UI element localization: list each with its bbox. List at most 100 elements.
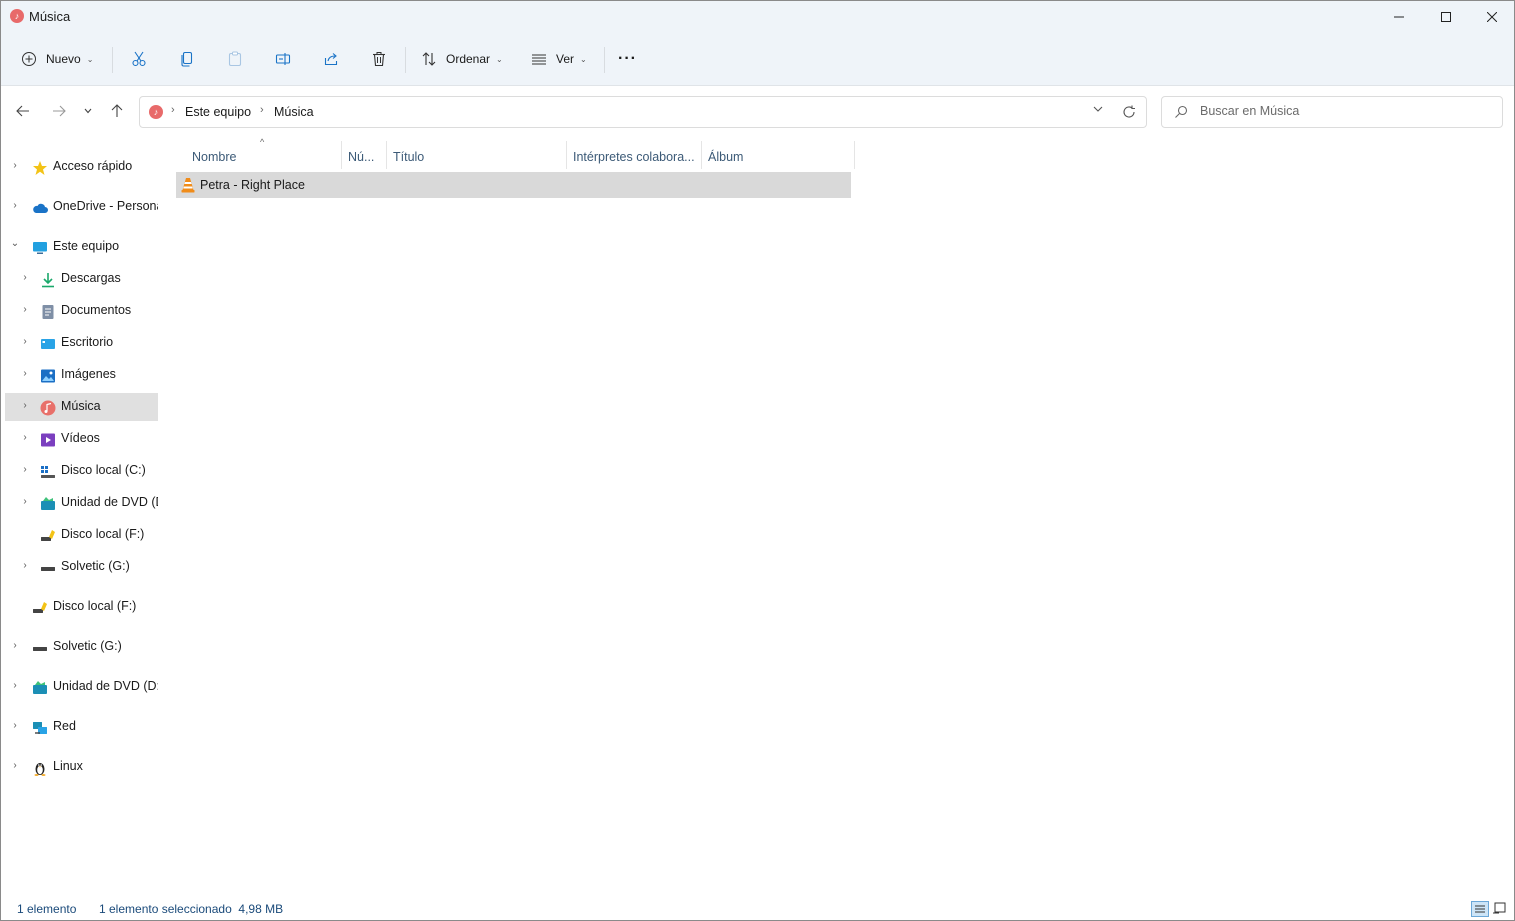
chevron-right-icon[interactable]: › xyxy=(19,272,31,286)
chevron-right-icon[interactable]: › xyxy=(9,760,21,774)
sidebar-item-acceso-rapido[interactable]: › Acceso rápido xyxy=(5,153,158,181)
delete-button[interactable] xyxy=(371,45,387,73)
sidebar-item-disco-local-f-root[interactable]: Disco local (F:) xyxy=(5,593,158,621)
address-bar[interactable]: ♪ › Este equipo › Música xyxy=(139,96,1147,128)
breadcrumb-este-equipo[interactable]: Este equipo xyxy=(185,105,251,119)
chevron-right-icon[interactable]: › xyxy=(19,464,31,478)
sidebar-item-este-equipo[interactable]: ⌄ Este equipo xyxy=(5,233,158,261)
chevron-right-icon[interactable]: › xyxy=(19,304,31,318)
column-divider[interactable] xyxy=(701,141,702,169)
details-view-icon xyxy=(1475,905,1485,913)
chevron-right-icon[interactable]: › xyxy=(9,160,21,174)
sort-icon xyxy=(422,52,436,66)
thumbnail-view-button[interactable] xyxy=(1491,901,1507,915)
view-button[interactable]: Ver ⌄ xyxy=(531,45,587,73)
forward-button[interactable] xyxy=(45,96,73,126)
dvd-icon xyxy=(41,497,55,510)
chevron-down-icon: ⌄ xyxy=(496,54,503,64)
paste-icon xyxy=(228,51,242,67)
chevron-down-icon[interactable]: ⌄ xyxy=(9,238,21,252)
sidebar-item-label: Red xyxy=(53,719,76,733)
maximize-button[interactable] xyxy=(1423,1,1469,33)
column-header-numero[interactable]: Nú... xyxy=(348,145,374,169)
chevron-right-icon[interactable]: › xyxy=(19,336,31,350)
cloud-icon xyxy=(33,203,48,213)
command-bar: Nuevo ⌄ Ordenar ⌄ Ver ⌄ ··· xyxy=(1,33,1514,86)
chevron-right-icon[interactable]: › xyxy=(19,400,31,414)
chevron-right-icon[interactable]: › xyxy=(19,496,31,510)
document-icon xyxy=(42,305,54,319)
sidebar-item-videos[interactable]: › Vídeos xyxy=(5,425,158,453)
sidebar-item-dvd-d-root[interactable]: › Unidad de DVD (D:) xyxy=(5,673,158,701)
column-header-nombre[interactable]: Nombre xyxy=(192,145,236,169)
sidebar-item-onedrive[interactable]: › OneDrive - Personal xyxy=(5,193,158,221)
navigation-pane: › Acceso rápido › OneDrive - Personal ⌄ … xyxy=(1,141,161,891)
details-view-button[interactable] xyxy=(1471,901,1489,917)
chevron-right-icon[interactable]: › xyxy=(19,368,31,382)
search-box[interactable] xyxy=(1161,96,1503,128)
breadcrumb-musica[interactable]: Música xyxy=(274,105,314,119)
sidebar-item-disco-local-f[interactable]: Disco local (F:) xyxy=(5,521,158,549)
sidebar-item-documentos[interactable]: › Documentos xyxy=(5,297,158,325)
chevron-right-icon[interactable]: › xyxy=(9,640,21,654)
new-button[interactable]: Nuevo ⌄ xyxy=(21,45,93,73)
rename-icon xyxy=(275,53,291,65)
view-label: Ver xyxy=(556,52,575,66)
search-input[interactable] xyxy=(1200,104,1490,118)
chevron-down-icon xyxy=(1093,106,1103,112)
sidebar-item-label: Solvetic (G:) xyxy=(61,559,130,573)
sidebar-item-label: Este equipo xyxy=(53,239,120,253)
sidebar-item-descargas[interactable]: › Descargas xyxy=(5,265,158,293)
usb-drive-icon xyxy=(41,530,55,541)
thumbnail-view-icon xyxy=(1493,902,1506,914)
navigation-bar: ♪ › Este equipo › Música xyxy=(1,86,1514,136)
arrow-left-icon xyxy=(16,105,29,117)
address-dropdown-button[interactable] xyxy=(1092,103,1104,118)
more-options-button[interactable]: ··· xyxy=(618,45,637,73)
column-divider[interactable] xyxy=(854,141,855,169)
sidebar-item-musica[interactable]: › Música xyxy=(5,393,158,421)
sidebar-item-escritorio[interactable]: › Escritorio xyxy=(5,329,158,357)
sidebar-item-label: Documentos xyxy=(61,303,132,317)
rename-button[interactable] xyxy=(275,45,291,73)
column-header-album[interactable]: Álbum xyxy=(708,145,743,169)
file-row[interactable]: Petra - Right Place xyxy=(176,172,851,198)
cut-button[interactable] xyxy=(131,45,147,73)
column-header-titulo[interactable]: Título xyxy=(393,145,424,169)
sidebar-item-red[interactable]: › Red xyxy=(5,713,158,741)
sidebar-item-solvetic-g-root[interactable]: › Solvetic (G:) xyxy=(5,633,158,661)
sidebar-item-linux[interactable]: › Linux xyxy=(5,753,158,781)
column-divider[interactable] xyxy=(386,141,387,169)
sidebar-item-label: Disco local (F:) xyxy=(53,599,137,613)
sidebar-item-label: Unidad de DVD (D:) xyxy=(53,679,158,693)
back-button[interactable] xyxy=(9,96,37,126)
sidebar-item-imagenes[interactable]: › Imágenes xyxy=(5,361,158,389)
refresh-button[interactable] xyxy=(1122,102,1136,122)
sidebar-item-solvetic-g[interactable]: › Solvetic (G:) xyxy=(5,553,158,581)
sidebar-item-label: Música xyxy=(61,399,101,413)
share-button[interactable] xyxy=(323,45,339,73)
sort-button[interactable]: Ordenar ⌄ xyxy=(421,45,503,73)
file-name: Petra - Right Place xyxy=(200,178,305,192)
chevron-right-icon[interactable]: › xyxy=(19,432,31,446)
up-button[interactable] xyxy=(103,96,131,126)
column-divider[interactable] xyxy=(566,141,567,169)
chevron-right-icon[interactable]: › xyxy=(9,720,21,734)
music-folder-icon: ♪ xyxy=(10,9,24,23)
recent-locations-button[interactable] xyxy=(75,96,101,126)
paste-button[interactable] xyxy=(227,45,243,73)
sidebar-item-disco-local-c[interactable]: › Disco local (C:) xyxy=(5,457,158,485)
close-button[interactable] xyxy=(1469,1,1514,33)
column-divider[interactable] xyxy=(341,141,342,169)
sidebar-item-label: Acceso rápido xyxy=(53,159,133,173)
sidebar-item-label: Linux xyxy=(53,759,83,773)
new-label: Nuevo xyxy=(46,52,81,66)
sidebar-item-dvd-d[interactable]: › Unidad de DVD (D:) xyxy=(5,489,158,517)
minimize-button[interactable] xyxy=(1376,1,1422,33)
chevron-right-icon[interactable]: › xyxy=(9,680,21,694)
chevron-right-icon[interactable]: › xyxy=(9,200,21,214)
copy-button[interactable] xyxy=(179,45,195,73)
share-icon xyxy=(324,53,338,66)
column-header-interpretes[interactable]: Intérpretes colabora... xyxy=(573,145,695,169)
chevron-right-icon[interactable]: › xyxy=(19,560,31,574)
